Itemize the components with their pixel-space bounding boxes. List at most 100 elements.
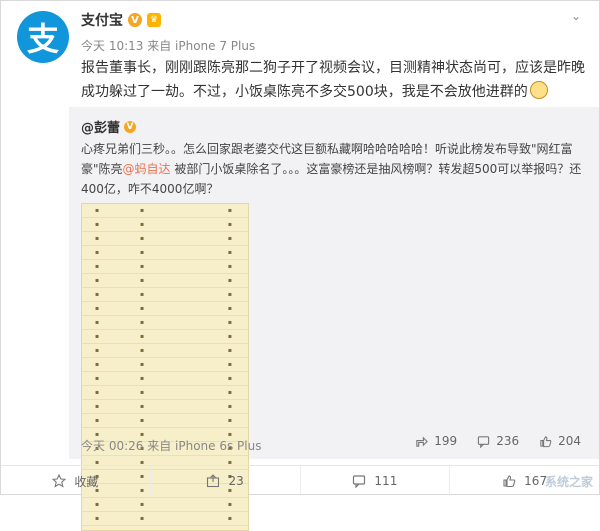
rank-image-cell: ▪ [139, 501, 145, 508]
mention-link[interactable]: @蚂自达 [123, 162, 171, 176]
rank-image-cell: ▪ [139, 333, 145, 340]
rank-image-row: ▪ ▪ ▪ [82, 218, 248, 232]
rank-image-cell: ▪ [94, 291, 100, 298]
rank-image-cell: ▪ [139, 207, 145, 214]
thumbs-up-icon [540, 435, 552, 447]
avatar[interactable]: 支 [17, 11, 69, 63]
rank-image-row: ▪ ▪ ▪ [82, 372, 248, 386]
rank-image-cell: ▪ [227, 263, 232, 270]
rank-image-cell: ▪ [139, 417, 145, 424]
rank-image-row: ▪ ▪ ▪ [82, 414, 248, 428]
rank-image-cell: ▪ [94, 319, 100, 326]
rank-image-row: ▪▪▪ [82, 512, 248, 526]
rank-image-row: ▪▪▪ [82, 232, 248, 246]
rank-image-cell: ▪ [139, 221, 145, 228]
rank-image-cell: ▪ [94, 403, 100, 410]
star-icon [52, 474, 67, 488]
repost-author-name[interactable]: @彭蕾 [81, 117, 120, 136]
rank-image-cell: ▪ [139, 361, 145, 368]
rank-image-row: ▪▪▪ [82, 526, 248, 530]
repost-box: @彭蕾 V 心疼兄弟们三秒。。怎么回家跟老婆交代这巨额私藏啊哈哈哈哈哈！听说此榜… [69, 107, 599, 531]
rank-image-cell: ▪ [139, 291, 145, 298]
share-count: 23 [228, 474, 244, 488]
rank-image-cell: ▪ [227, 403, 232, 410]
rank-image-cell: ▪ [227, 235, 232, 242]
rank-image-cell: ▪ [227, 291, 232, 298]
verified-icon[interactable]: V [128, 13, 142, 27]
rank-image-cell: ▪ [139, 249, 145, 256]
author-name[interactable]: 支付宝 [81, 10, 123, 30]
rank-image-cell: ▪ [139, 403, 145, 410]
rank-image-row: ▪ ▪ ▪ [82, 316, 248, 330]
rank-image-cell: ▪ [139, 375, 145, 382]
rank-image-cell: ▪ [227, 501, 232, 508]
rank-image-cell: ▪ [139, 263, 145, 270]
repost-actions: 199 236 204 [415, 434, 581, 448]
rank-image-row: ▪ ▪ ▪ [82, 260, 248, 274]
repost-time-source[interactable]: 今天 00:26 来自 iPhone 6s Plus [81, 437, 261, 454]
thumbs-up-icon [503, 475, 516, 488]
rank-image-row: ▪▪▪ [82, 274, 248, 288]
favorite-button[interactable]: 收藏 [1, 466, 151, 496]
rank-image-cell: ▪ [227, 249, 232, 256]
rank-image-cell: ▪ [139, 277, 145, 284]
post-action-bar: 收藏 23 111 167 [1, 465, 599, 496]
rank-image-cell: ▪ [227, 319, 232, 326]
share-icon [207, 474, 220, 488]
comment-count: 111 [374, 474, 398, 488]
share-button[interactable]: 23 [151, 466, 301, 496]
more-chevron-down-icon[interactable]: ⌄ [571, 9, 581, 23]
rank-image-cell: ▪ [227, 305, 232, 312]
rank-image-row: ▪ ▪ ▪ [82, 288, 248, 302]
rank-image-row: ▪▪▪ [82, 344, 248, 358]
repost-share-button[interactable]: 199 [415, 434, 457, 448]
rank-image-cell: ▪ [94, 347, 100, 354]
rank-image-row: ▪ ▪ ▪ [82, 358, 248, 372]
emoji-icon [529, 81, 548, 99]
author-row: 支付宝 V ♛ [81, 10, 161, 30]
rank-image-cell: ▪ [227, 361, 232, 368]
rank-image-cell: ▪ [227, 515, 232, 522]
like-count: 167 [524, 474, 548, 488]
repost-author-row: @彭蕾 V [81, 117, 137, 136]
verified-icon[interactable]: V [124, 120, 137, 133]
post-time-source[interactable]: 今天 10:13 来自 iPhone 7 Plus [81, 37, 255, 54]
rank-image-row: ▪ ▪ ▪ [82, 498, 248, 512]
repost-like-button[interactable]: 204 [539, 434, 581, 448]
rank-image-cell: ▪ [94, 389, 100, 396]
rank-image-cell: ▪ [139, 515, 145, 522]
rank-image-row: ▪ ▪ ▪ [82, 246, 248, 260]
comment-icon [353, 475, 366, 488]
comment-icon [478, 435, 490, 448]
rank-image-cell: ▪ [94, 375, 100, 382]
post-body: 报告董事长，刚刚跟陈亮那二狗子开了视频会议，目测精神状态尚可，应该是昨晚成功躲过… [81, 60, 585, 100]
rank-image-cell: ▪ [94, 277, 100, 284]
rank-image-cell: ▪ [94, 501, 100, 508]
rank-image-cell: ▪ [94, 417, 100, 424]
comment-button[interactable]: 111 [301, 466, 451, 496]
site-watermark: 系统之家 [544, 475, 593, 489]
rank-image-row: ▪▪▪ [82, 302, 248, 316]
share-icon [416, 435, 429, 447]
rank-image-cell: ▪ [94, 361, 100, 368]
rank-image-cell: ▪ [227, 221, 232, 228]
rank-image-cell: ▪ [94, 263, 100, 270]
rank-image-cell: ▪ [139, 347, 145, 354]
rank-image-cell: ▪ [139, 389, 145, 396]
repost-like-count: 204 [558, 434, 581, 448]
weibo-post-card: 支 支付宝 V ♛ ⌄ 今天 10:13 来自 iPhone 7 Plus 报告… [0, 0, 600, 531]
member-badge-icon[interactable]: ♛ [147, 13, 161, 27]
post-text: 报告董事长，刚刚跟陈亮那二狗子开了视频会议，目测精神状态尚可，应该是昨晚成功躲过… [81, 56, 586, 104]
rank-image-cell: ▪ [227, 375, 232, 382]
rank-image-cell: ▪ [227, 333, 232, 340]
rank-image-cell: ▪ [227, 417, 232, 424]
rank-image-cell: ▪ [139, 305, 145, 312]
rank-image-cell: ▪ [94, 249, 100, 256]
rank-image-cell: ▪ [227, 207, 232, 214]
repost-comment-button[interactable]: 236 [477, 434, 519, 448]
repost-comment-count: 236 [496, 434, 520, 448]
rank-image-cell: ▪ [94, 333, 100, 340]
rank-image-cell: ▪ [139, 319, 145, 326]
alipay-logo-char: 支 [26, 20, 59, 58]
rank-image-cell: ▪ [94, 221, 100, 228]
